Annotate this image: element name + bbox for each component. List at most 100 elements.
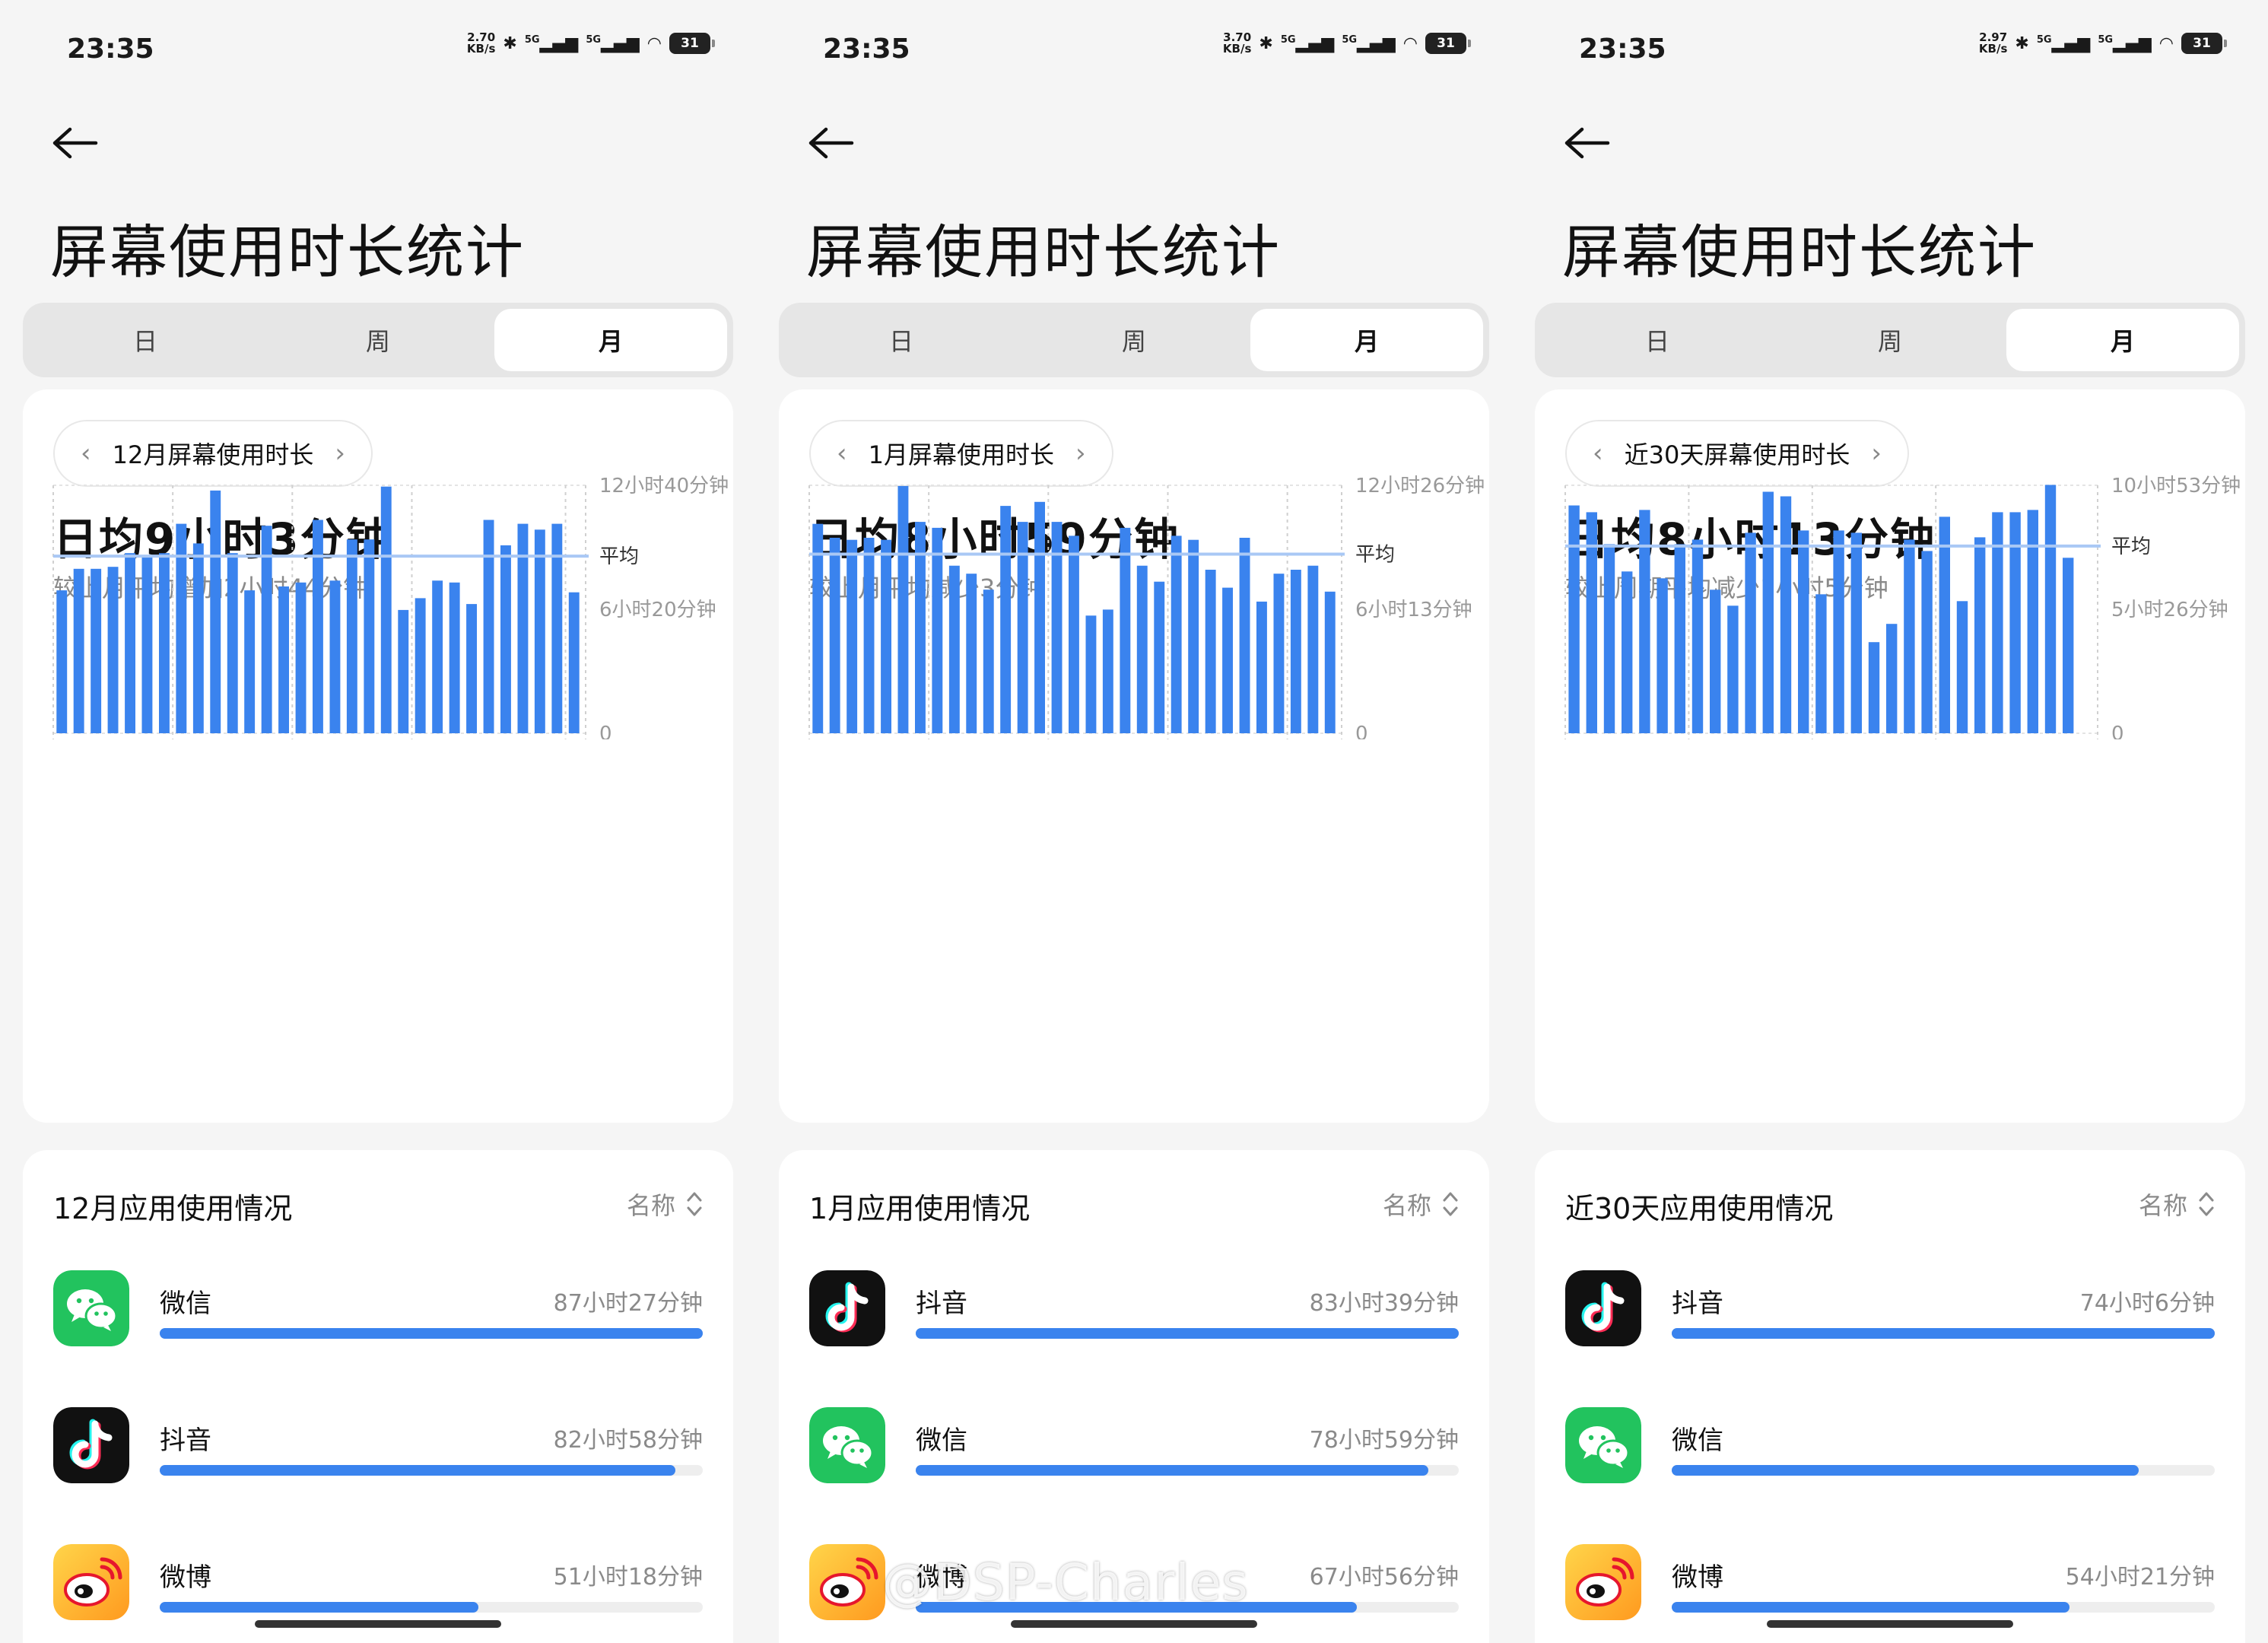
chart-bar[interactable]	[948, 565, 960, 733]
chart-bar[interactable]	[1222, 587, 1233, 733]
chart-bar[interactable]	[966, 574, 977, 733]
chart-bar[interactable]	[983, 590, 994, 733]
home-indicator[interactable]	[1767, 1620, 2013, 1628]
chart-bar[interactable]	[346, 539, 357, 733]
chart-bar[interactable]	[1290, 570, 1301, 733]
chart-bar[interactable]	[192, 543, 204, 733]
home-indicator[interactable]	[255, 1620, 501, 1628]
chart-bar[interactable]	[466, 604, 477, 733]
chart-bar[interactable]	[91, 568, 102, 733]
chart-bar[interactable]	[1833, 530, 1844, 733]
chart-bar[interactable]	[1904, 539, 1915, 733]
chart-bar[interactable]	[210, 490, 221, 733]
chart-bar[interactable]	[141, 557, 153, 733]
back-arrow-icon[interactable]	[805, 120, 858, 166]
back-arrow-icon[interactable]	[1561, 120, 1614, 166]
chart-bar[interactable]	[1000, 506, 1012, 733]
chart-bar[interactable]	[1974, 537, 1986, 733]
chart-bar[interactable]	[847, 539, 858, 733]
chart-bar[interactable]	[107, 567, 119, 733]
chart-bar[interactable]	[1069, 535, 1079, 733]
chart-bar[interactable]	[1710, 590, 1721, 733]
chart-bar[interactable]	[1674, 544, 1685, 733]
chart-bar[interactable]	[1780, 496, 1792, 734]
chart-bar[interactable]	[1850, 532, 1862, 733]
app-row[interactable]: 微博 54小时21分钟	[1565, 1544, 2215, 1628]
tab-0[interactable]: 日	[785, 309, 1018, 371]
chart-bar[interactable]	[295, 582, 307, 733]
app-row[interactable]: 微信	[1565, 1407, 2215, 1491]
chart-bar[interactable]	[1188, 539, 1199, 733]
chart-bar[interactable]	[500, 545, 511, 733]
chart-bar[interactable]	[2027, 510, 2038, 733]
tab-2[interactable]: 月	[2006, 309, 2239, 371]
chart-bar[interactable]	[897, 485, 909, 733]
chart-bar[interactable]	[1939, 516, 1950, 733]
chart-bar[interactable]	[932, 527, 943, 733]
tab-1[interactable]: 周	[1018, 309, 1250, 371]
sort-button[interactable]: 名称	[2139, 1187, 2215, 1222]
chart-bar[interactable]	[1102, 609, 1113, 733]
chart-bar[interactable]	[313, 520, 323, 734]
chart-bar[interactable]	[1085, 615, 1097, 733]
chart-bar[interactable]	[1205, 570, 1216, 733]
chart-bar[interactable]	[1815, 594, 1827, 733]
tab-0[interactable]: 日	[29, 309, 262, 371]
chart-bar[interactable]	[227, 553, 238, 733]
chart-bar[interactable]	[73, 568, 84, 733]
chart-bar[interactable]	[1745, 532, 1756, 733]
back-arrow-icon[interactable]	[49, 120, 102, 166]
chart-bar[interactable]	[1868, 642, 1880, 733]
chart-bar[interactable]	[1956, 601, 1968, 733]
chart-bar[interactable]	[278, 586, 289, 733]
tab-1[interactable]: 周	[1774, 309, 2006, 371]
app-row[interactable]: 微博 51小时18分钟	[53, 1544, 703, 1628]
chart-bar[interactable]	[1324, 591, 1336, 733]
chart-bar[interactable]	[1921, 551, 1933, 733]
chart-bar[interactable]	[1798, 530, 1809, 733]
chart-bar[interactable]	[1727, 605, 1739, 733]
tab-1[interactable]: 周	[262, 309, 494, 371]
chart-bar[interactable]	[2063, 558, 2074, 733]
app-row[interactable]: 微信 87小时27分钟	[53, 1270, 703, 1354]
chart-bar[interactable]	[415, 598, 426, 733]
home-indicator[interactable]	[1011, 1620, 1257, 1628]
chart-bar[interactable]	[1256, 601, 1267, 733]
chart-bar[interactable]	[1568, 505, 1580, 734]
chart-bar[interactable]	[1136, 565, 1148, 733]
chart-bar[interactable]	[380, 486, 392, 733]
chart-bar[interactable]	[534, 529, 545, 733]
chart-bar[interactable]	[1171, 535, 1182, 733]
chart-bar[interactable]	[449, 582, 460, 733]
chart-bar[interactable]	[1639, 510, 1650, 733]
chart-bar[interactable]	[1762, 491, 1774, 734]
chart-bar[interactable]	[1273, 574, 1285, 733]
chart-bar[interactable]	[829, 538, 840, 733]
tab-2[interactable]: 月	[494, 309, 727, 371]
chart-bar[interactable]	[125, 553, 135, 733]
chart-bar[interactable]	[881, 539, 891, 733]
chart-bar[interactable]	[1307, 565, 1319, 733]
chart-bar[interactable]	[1622, 571, 1633, 733]
chart-bar[interactable]	[568, 592, 580, 733]
tab-2[interactable]: 月	[1250, 309, 1483, 371]
chart-bar[interactable]	[1886, 624, 1898, 733]
chart-bar[interactable]	[1691, 539, 1704, 733]
chart-bar[interactable]	[1603, 544, 1615, 733]
chart-bar[interactable]	[1034, 501, 1045, 733]
chart-bar[interactable]	[1657, 578, 1668, 733]
chart-bar[interactable]	[244, 590, 256, 733]
chart-bar[interactable]	[1154, 581, 1165, 733]
app-row[interactable]: 抖音 83小时39分钟	[809, 1270, 1459, 1354]
chart-bar[interactable]	[364, 539, 375, 733]
app-row[interactable]: 抖音 82小时58分钟	[53, 1407, 703, 1491]
chart-bar[interactable]	[56, 590, 68, 733]
chart-bar[interactable]	[432, 580, 443, 733]
chart-bar[interactable]	[483, 520, 494, 734]
sort-button[interactable]: 名称	[627, 1187, 703, 1222]
chart-bar[interactable]	[2044, 485, 2057, 734]
chart-bar[interactable]	[329, 580, 341, 733]
chart-bar[interactable]	[398, 609, 409, 733]
tab-0[interactable]: 日	[1541, 309, 1774, 371]
chart-bar[interactable]	[1120, 527, 1131, 733]
